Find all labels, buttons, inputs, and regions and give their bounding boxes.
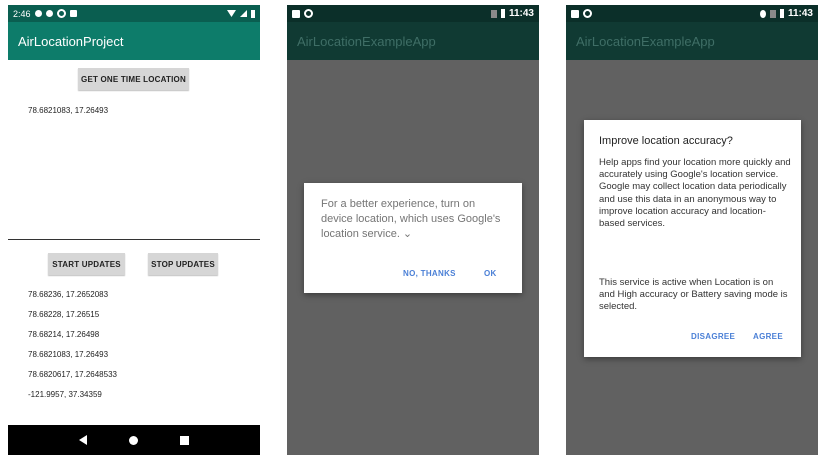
no-sim-icon xyxy=(769,9,776,18)
battery-icon xyxy=(500,9,505,18)
list-item: 78.68228, 17.26515 xyxy=(28,310,100,319)
list-item: 78.6820617, 17.2648533 xyxy=(28,370,117,379)
app-bar: AirLocationExampleApp xyxy=(566,22,818,60)
sync-icon xyxy=(56,9,66,18)
dialog-message: For a better experience, turn on device … xyxy=(321,198,501,240)
app-title: AirLocationExampleApp xyxy=(576,33,715,49)
ok-button[interactable]: OK xyxy=(484,269,497,278)
no-thanks-button[interactable]: NO, THANKS xyxy=(403,269,456,278)
phone-screen-1: 2:46 AirLocationProject GET ONE TIME LOC… xyxy=(8,5,260,455)
get-one-time-location-button[interactable]: GET ONE TIME LOCATION xyxy=(78,68,189,90)
sync-icon xyxy=(304,9,313,18)
sd-card-icon xyxy=(69,10,77,17)
list-item: 78.68236, 17.2652083 xyxy=(28,290,109,299)
app-bar: AirLocationProject xyxy=(8,22,260,60)
dialog-body: Help apps find your location more quickl… xyxy=(599,157,791,230)
back-icon[interactable] xyxy=(79,435,87,445)
app-bar: AirLocationExampleApp xyxy=(287,22,539,60)
app-title: AirLocationExampleApp xyxy=(297,33,436,49)
list-item: 78.6821083, 17.26493 xyxy=(28,350,109,359)
image-icon xyxy=(571,9,579,18)
divider xyxy=(8,239,260,240)
list-item: 78.68214, 17.26498 xyxy=(28,330,100,339)
no-sim-icon xyxy=(490,9,497,18)
list-item: -121.9957, 37.34359 xyxy=(28,390,102,399)
location-accuracy-dialog: Improve location accuracy? Help apps fin… xyxy=(584,120,801,357)
agree-button[interactable]: AGREE xyxy=(753,332,783,341)
battery-icon xyxy=(779,9,784,18)
enable-location-dialog: For a better experience, turn on device … xyxy=(304,183,522,293)
status-bar: 11:43 xyxy=(566,5,818,22)
settings-icon xyxy=(34,10,42,17)
sync-icon xyxy=(583,9,592,18)
battery-icon xyxy=(251,9,255,18)
dialog-title: Improve location accuracy? xyxy=(599,135,733,147)
status-bar: 11:43 xyxy=(287,5,539,22)
home-icon[interactable] xyxy=(129,435,138,445)
status-bar: 2:46 xyxy=(8,5,260,22)
app-title: AirLocationProject xyxy=(18,33,124,49)
location-pin-icon xyxy=(759,9,766,18)
navigation-bar xyxy=(8,425,260,455)
phone-screen-3: 11:43 AirLocationExampleApp Improve loca… xyxy=(566,5,818,455)
recents-icon[interactable] xyxy=(180,435,189,445)
stop-updates-button[interactable]: STOP UPDATES xyxy=(148,253,218,275)
status-time: 11:43 xyxy=(508,8,534,19)
start-updates-button[interactable]: START UPDATES xyxy=(48,253,125,275)
signal-icon xyxy=(240,10,247,17)
disagree-button[interactable]: DISAGREE xyxy=(691,332,735,341)
phone-screen-2: 11:43 AirLocationExampleApp For a better… xyxy=(287,5,539,455)
status-time: 11:43 xyxy=(787,8,813,19)
status-time: 2:46 xyxy=(13,8,31,19)
dialog-body-note: This service is active when Location is … xyxy=(599,277,788,313)
wifi-icon xyxy=(227,10,236,17)
image-icon xyxy=(292,9,300,18)
one-time-location-text: 78.6821083, 17.26493 xyxy=(28,106,109,115)
settings-icon xyxy=(45,10,53,17)
